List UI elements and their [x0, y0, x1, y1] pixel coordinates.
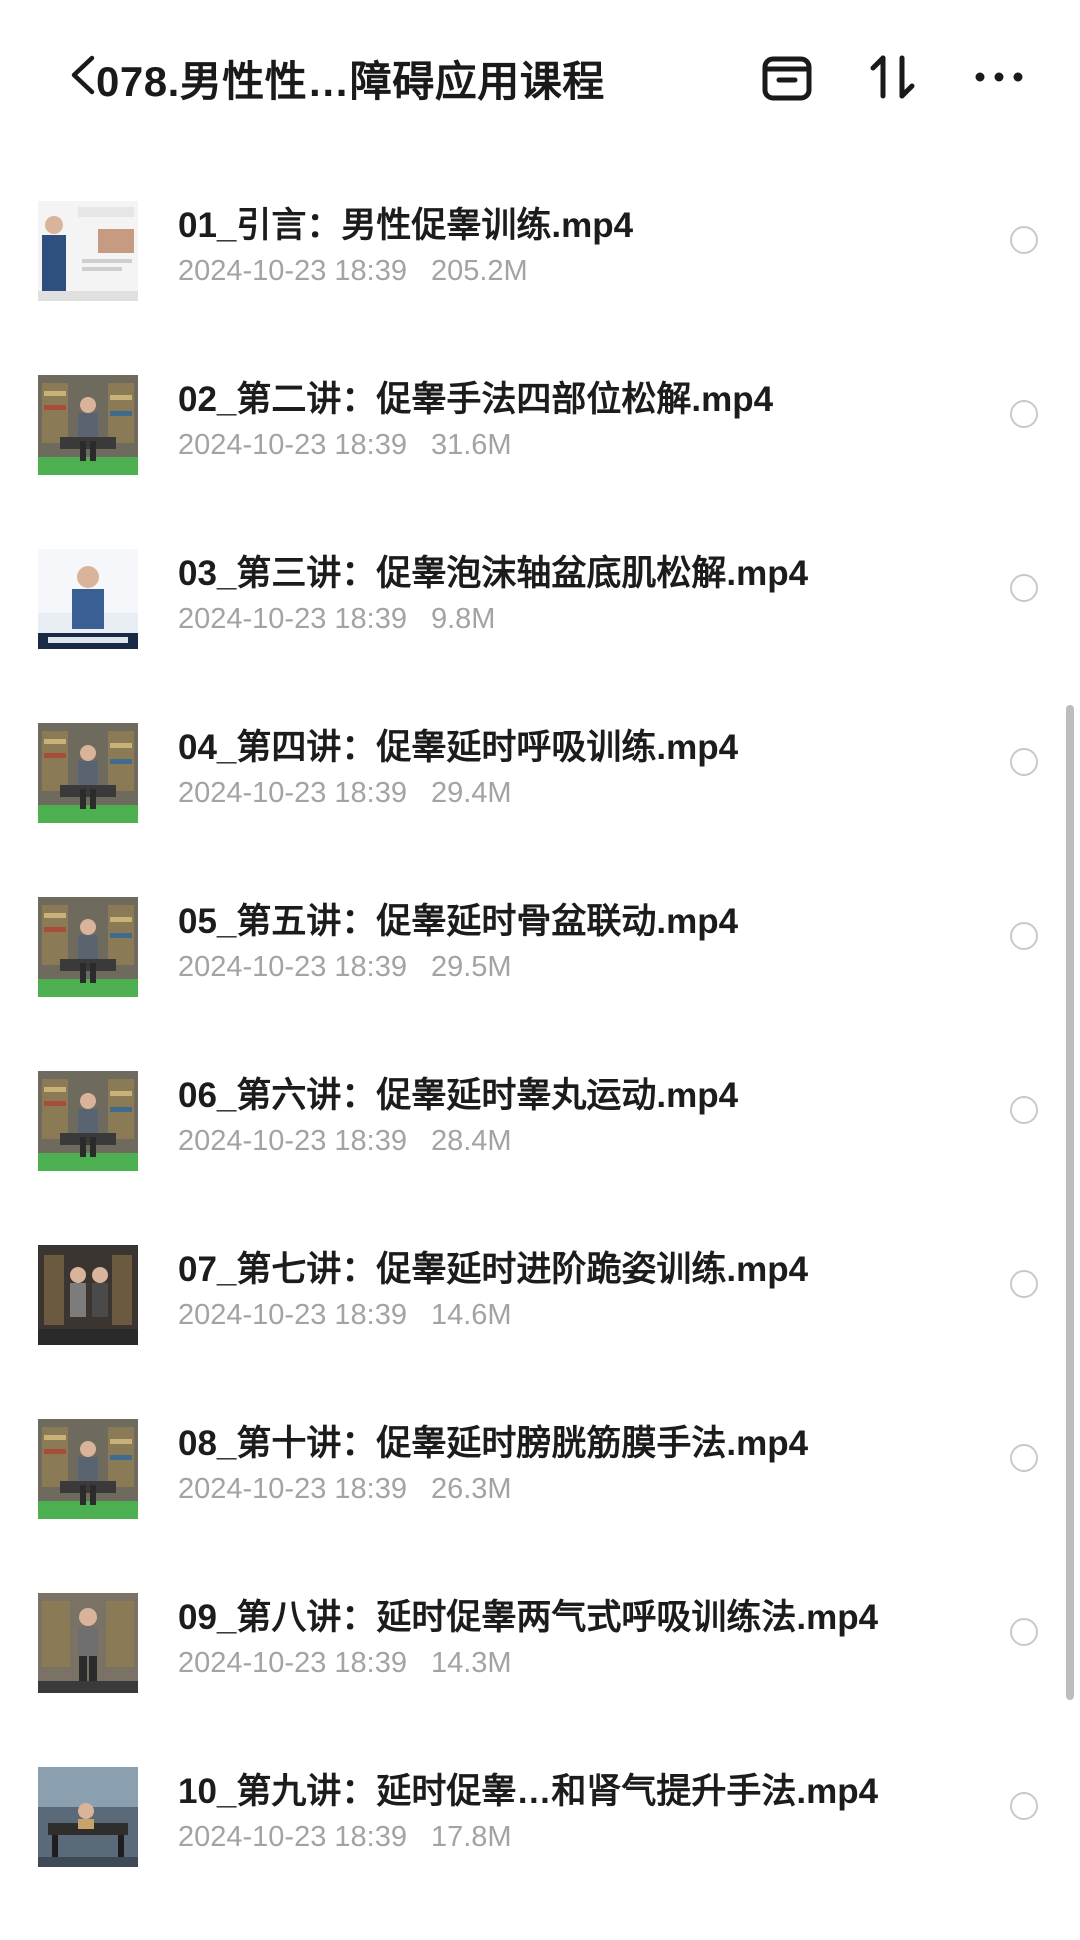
sort-icon[interactable] — [866, 50, 920, 104]
select-radio[interactable] — [1010, 1444, 1038, 1472]
file-date: 2024-10-23 18:39 — [178, 777, 407, 809]
file-meta: 2024-10-23 18:39 205.2M — [178, 255, 528, 288]
file-size: 17.8M — [430, 1821, 512, 1853]
file-date: 2024-10-23 18:39 — [178, 1473, 407, 1505]
file-name: 01_引言：男性促睾训练.mp4 — [178, 206, 634, 245]
file-meta: 2024-10-23 18:39 14.3M — [178, 1647, 512, 1680]
file-row[interactable]: 03_第三讲：促睾泡沫轴盆底肌松解.mp4 2024-10-23 18:39 9.… — [0, 503, 1080, 677]
video-thumbnail — [38, 375, 138, 475]
select-radio[interactable] — [1010, 400, 1038, 428]
file-name: 10_第九讲：延时促睾…和肾气提升手法.mp4 — [178, 1772, 879, 1811]
file-date: 2024-10-23 18:39 — [178, 603, 407, 635]
file-meta: 2024-10-23 18:39 31.6M — [178, 429, 512, 462]
select-radio[interactable] — [1010, 574, 1038, 602]
video-thumbnail — [38, 1245, 138, 1345]
file-row[interactable]: 10_第九讲：延时促睾…和肾气提升手法.mp4 2024-10-23 18:39… — [0, 1721, 1080, 1895]
file-name: 08_第十讲：促睾延时膀胱筋膜手法.mp4 — [178, 1424, 809, 1463]
file-meta: 2024-10-23 18:39 14.6M — [178, 1299, 512, 1332]
file-meta: 2024-10-23 18:39 26.3M — [178, 1473, 512, 1506]
file-date: 2024-10-23 18:39 — [178, 951, 407, 983]
file-size: 29.4M — [430, 777, 512, 809]
file-size: 29.5M — [430, 951, 512, 983]
file-size: 28.4M — [430, 1125, 512, 1157]
video-thumbnail — [38, 1419, 138, 1519]
file-name: 07_第七讲：促睾延时进阶跪姿训练.mp4 — [178, 1250, 809, 1289]
file-name: 09_第八讲：延时促睾两气式呼吸训练法.mp4 — [178, 1598, 879, 1637]
file-name: 02_第二讲：促睾手法四部位松解.mp4 — [178, 380, 774, 419]
select-radio[interactable] — [1010, 1096, 1038, 1124]
select-radio[interactable] — [1010, 1270, 1038, 1298]
select-radio[interactable] — [1010, 1618, 1038, 1646]
file-date: 2024-10-23 18:39 — [178, 1647, 407, 1679]
video-thumbnail — [38, 1767, 138, 1867]
file-date: 2024-10-23 18:39 — [178, 1299, 407, 1331]
video-thumbnail — [38, 897, 138, 997]
video-thumbnail — [38, 1593, 138, 1693]
file-size: 31.6M — [430, 429, 512, 461]
file-meta: 2024-10-23 18:39 17.8M — [178, 1821, 512, 1854]
file-meta: 2024-10-23 18:39 28.4M — [178, 1125, 512, 1158]
select-radio[interactable] — [1010, 922, 1038, 950]
file-date: 2024-10-23 18:39 — [178, 1821, 407, 1853]
file-meta: 2024-10-23 18:39 29.5M — [178, 951, 512, 984]
file-row[interactable]: 06_第六讲：促睾延时睾丸运动.mp4 2024-10-23 18:39 28.4… — [0, 1025, 1080, 1199]
file-size: 205.2M — [430, 255, 528, 287]
file-list: 01_引言：男性促睾训练.mp4 2024-10-23 18:39 205.2M … — [0, 155, 1080, 1895]
video-thumbnail — [38, 201, 138, 301]
file-name: 04_第四讲：促睾延时呼吸训练.mp4 — [178, 728, 739, 767]
file-size: 14.6M — [430, 1299, 512, 1331]
file-row[interactable]: 07_第七讲：促睾延时进阶跪姿训练.mp4 2024-10-23 18:39 14… — [0, 1199, 1080, 1373]
file-date: 2024-10-23 18:39 — [178, 255, 407, 287]
file-date: 2024-10-23 18:39 — [178, 429, 407, 461]
video-thumbnail — [38, 549, 138, 649]
select-radio[interactable] — [1010, 226, 1038, 254]
archive-icon[interactable] — [760, 50, 814, 104]
more-icon[interactable] — [972, 50, 1026, 104]
file-size: 14.3M — [430, 1647, 512, 1679]
file-meta: 2024-10-23 18:39 29.4M — [178, 777, 512, 810]
file-row[interactable]: 02_第二讲：促睾手法四部位松解.mp4 2024-10-23 18:39 31.… — [0, 329, 1080, 503]
back-chevron-icon[interactable] — [68, 54, 98, 96]
top-bar: 078.男性性…障碍应用课程 — [0, 0, 1080, 150]
file-size: 26.3M — [430, 1473, 512, 1505]
file-name: 05_第五讲：促睾延时骨盆联动.mp4 — [178, 902, 739, 941]
file-row[interactable]: 05_第五讲：促睾延时骨盆联动.mp4 2024-10-23 18:39 29.5… — [0, 851, 1080, 1025]
file-meta: 2024-10-23 18:39 9.8M — [178, 603, 495, 636]
file-row[interactable]: 08_第十讲：促睾延时膀胱筋膜手法.mp4 2024-10-23 18:39 26… — [0, 1373, 1080, 1547]
file-row[interactable]: 09_第八讲：延时促睾两气式呼吸训练法.mp4 2024-10-23 18:39… — [0, 1547, 1080, 1721]
select-radio[interactable] — [1010, 748, 1038, 776]
video-thumbnail — [38, 723, 138, 823]
file-name: 06_第六讲：促睾延时睾丸运动.mp4 — [178, 1076, 739, 1115]
page-title: 078.男性性…障碍应用课程 — [96, 58, 605, 105]
file-date: 2024-10-23 18:39 — [178, 1125, 407, 1157]
scrollbar[interactable] — [1066, 705, 1074, 1700]
file-name: 03_第三讲：促睾泡沫轴盆底肌松解.mp4 — [178, 554, 809, 593]
select-radio[interactable] — [1010, 1792, 1038, 1820]
file-row[interactable]: 04_第四讲：促睾延时呼吸训练.mp4 2024-10-23 18:39 29.4… — [0, 677, 1080, 851]
video-thumbnail — [38, 1071, 138, 1171]
file-row[interactable]: 01_引言：男性促睾训练.mp4 2024-10-23 18:39 205.2M — [0, 155, 1080, 329]
file-size: 9.8M — [430, 603, 496, 635]
